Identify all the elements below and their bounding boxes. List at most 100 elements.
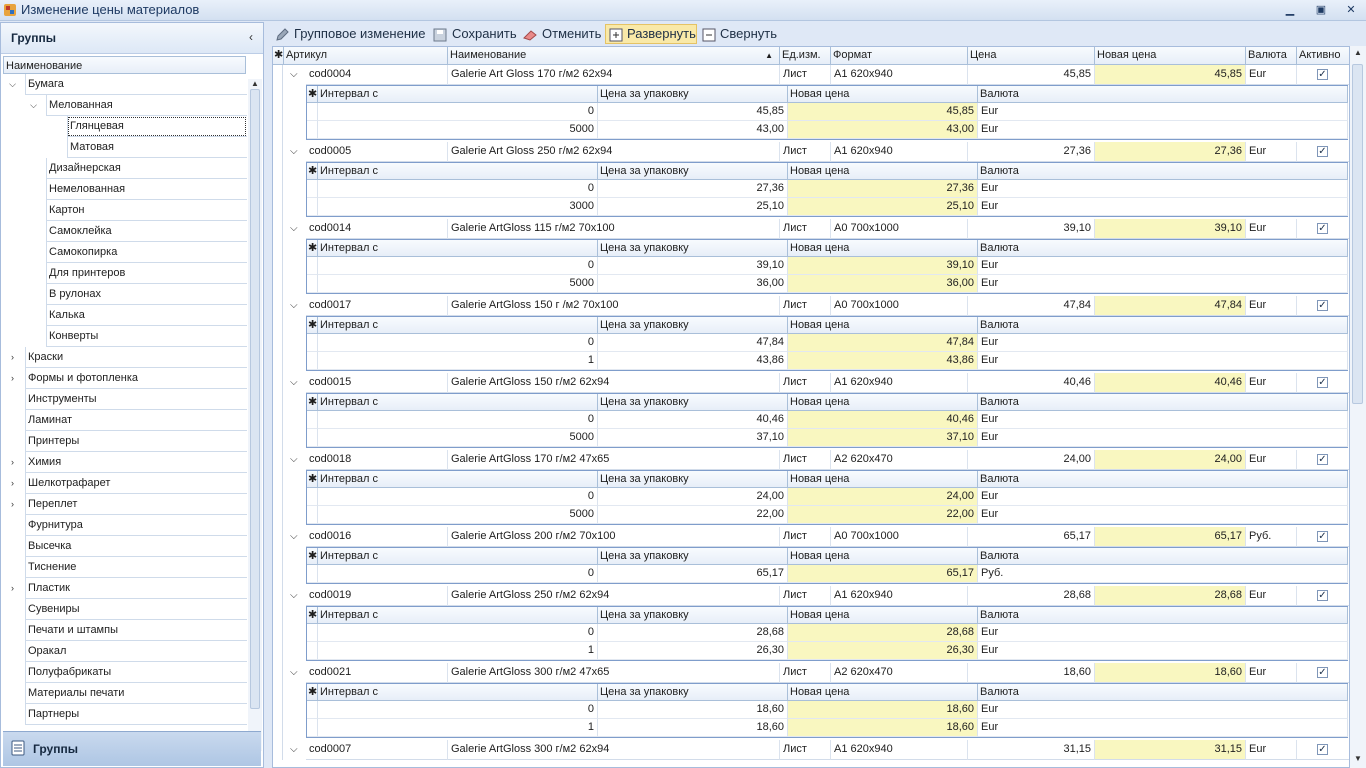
expand-button[interactable]: Развернуть bbox=[605, 24, 697, 44]
detail-cell-new[interactable]: 43,00 bbox=[788, 121, 978, 139]
detail-cell-from[interactable]: 0 bbox=[318, 257, 598, 275]
grid-cell-name[interactable]: Galerie Art Gloss 250 г/м2 62х94 bbox=[448, 142, 780, 162]
detail-column-header[interactable]: Интервал с bbox=[318, 317, 598, 334]
grid-cell-unit[interactable]: Лист bbox=[780, 663, 831, 683]
grid-cell-currency[interactable]: Eur bbox=[1246, 450, 1297, 470]
detail-cell-new[interactable]: 45,85 bbox=[788, 103, 978, 121]
detail-column-header[interactable]: Интервал с bbox=[318, 548, 598, 565]
detail-cell-cur[interactable]: Eur bbox=[978, 257, 1348, 275]
tree-node[interactable]: Немелованная bbox=[46, 179, 247, 200]
tree-node[interactable]: Конверты bbox=[46, 326, 247, 347]
detail-column-header[interactable]: Валюта bbox=[978, 163, 1348, 180]
detail-cell-cur[interactable]: Eur bbox=[978, 352, 1348, 370]
grid-scroll-thumb[interactable] bbox=[1352, 64, 1363, 404]
tree-node[interactable]: Мелованная bbox=[46, 95, 247, 116]
tree-node[interactable]: Переплет bbox=[25, 494, 247, 515]
tree-node[interactable]: Инструменты bbox=[25, 389, 247, 410]
detail-cell-cur[interactable]: Eur bbox=[978, 334, 1348, 352]
detail-column-header[interactable]: Цена за упаковку bbox=[598, 684, 788, 701]
tree-collapse-icon[interactable]: ⌵ bbox=[29, 101, 38, 110]
tree-node[interactable]: Партнеры bbox=[25, 704, 247, 725]
active-checkbox[interactable]: ✓ bbox=[1317, 667, 1328, 678]
row-collapse-icon[interactable]: ⌵ bbox=[290, 69, 298, 80]
detail-cell-new[interactable]: 28,68 bbox=[788, 624, 978, 642]
detail-cell-cur[interactable]: Eur bbox=[978, 624, 1348, 642]
grid-cell-name[interactable]: Galerie ArtGloss 300 г/м2 47х65 bbox=[448, 663, 780, 683]
grid-cell-format[interactable]: А1 620х940 bbox=[831, 373, 968, 393]
grid-cell-format[interactable]: А1 620х940 bbox=[831, 65, 968, 85]
grid-cell-currency[interactable]: Eur bbox=[1246, 219, 1297, 239]
grid-cell-active[interactable]: ✓ bbox=[1297, 663, 1349, 683]
detail-cell-cur[interactable]: Eur bbox=[978, 719, 1348, 737]
detail-cell-pack[interactable]: 37,10 bbox=[598, 429, 788, 447]
active-checkbox[interactable]: ✓ bbox=[1317, 744, 1328, 755]
tree-node[interactable]: Картон bbox=[46, 200, 247, 221]
grid-cell-name[interactable]: Galerie ArtGloss 150 г /м2 70х100 bbox=[448, 296, 780, 316]
active-checkbox[interactable]: ✓ bbox=[1317, 377, 1328, 388]
detail-cell-pack[interactable]: 47,84 bbox=[598, 334, 788, 352]
detail-cell-pack[interactable]: 40,46 bbox=[598, 411, 788, 429]
grid-cell-unit[interactable]: Лист bbox=[780, 527, 831, 547]
detail-cell-from[interactable]: 1 bbox=[318, 642, 598, 660]
grid-cell-new-price[interactable]: 24,00 bbox=[1095, 450, 1246, 470]
groups-footer-button[interactable]: Группы bbox=[3, 731, 261, 766]
row-collapse-icon[interactable]: ⌵ bbox=[290, 454, 298, 465]
row-collapse-icon[interactable]: ⌵ bbox=[290, 300, 298, 311]
detail-cell-pack[interactable]: 65,17 bbox=[598, 565, 788, 583]
detail-column-header[interactable]: Валюта bbox=[978, 607, 1348, 624]
tree-node[interactable]: Полуфабрикаты bbox=[25, 662, 247, 683]
detail-column-header[interactable]: Интервал с bbox=[318, 86, 598, 103]
detail-cell-new[interactable]: 22,00 bbox=[788, 506, 978, 524]
detail-cell-new[interactable]: 18,60 bbox=[788, 701, 978, 719]
detail-column-header[interactable]: Интервал с bbox=[318, 163, 598, 180]
detail-column-header[interactable]: Интервал с bbox=[318, 684, 598, 701]
tree-node[interactable]: Ламинат bbox=[25, 410, 247, 431]
row-collapse-icon[interactable]: ⌵ bbox=[290, 223, 298, 234]
detail-cell-cur[interactable]: Руб. bbox=[978, 565, 1348, 583]
grid-cell-name[interactable]: Galerie ArtGloss 250 г/м2 62х94 bbox=[448, 586, 780, 606]
grid-cell-new-price[interactable]: 27,36 bbox=[1095, 142, 1246, 162]
grid-cell-currency[interactable]: Eur bbox=[1246, 373, 1297, 393]
grid-cell-unit[interactable]: Лист bbox=[780, 142, 831, 162]
detail-cell-from[interactable]: 0 bbox=[318, 701, 598, 719]
detail-cell-new[interactable]: 65,17 bbox=[788, 565, 978, 583]
detail-cell-new[interactable]: 27,36 bbox=[788, 180, 978, 198]
grid-cell-new-price[interactable]: 18,60 bbox=[1095, 663, 1246, 683]
column-header[interactable]: Цена bbox=[968, 47, 1095, 65]
grid-cell-name[interactable]: Galerie ArtGloss 115 г/м2 70х100 bbox=[448, 219, 780, 239]
grid-cell-name[interactable]: Galerie ArtGloss 170 г/м2 47х65 bbox=[448, 450, 780, 470]
grid-cell-price[interactable]: 27,36 bbox=[968, 142, 1095, 162]
grid-cell-format[interactable]: А1 620х940 bbox=[831, 586, 968, 606]
detail-column-header[interactable]: Цена за упаковку bbox=[598, 471, 788, 488]
tree-node[interactable]: Глянцевая bbox=[67, 116, 247, 137]
detail-column-header[interactable]: Валюта bbox=[978, 86, 1348, 103]
tree-scrollbar[interactable]: ▲ ▼ bbox=[248, 79, 262, 751]
detail-cell-from[interactable]: 3000 bbox=[318, 198, 598, 216]
sort-ascending-icon[interactable]: ▲ bbox=[765, 47, 773, 64]
column-header[interactable]: Наименование ▲ bbox=[448, 47, 780, 65]
detail-cell-new[interactable]: 37,10 bbox=[788, 429, 978, 447]
detail-cell-from[interactable]: 0 bbox=[318, 565, 598, 583]
detail-cell-new[interactable]: 24,00 bbox=[788, 488, 978, 506]
tree-node[interactable]: Самокопирка bbox=[46, 242, 247, 263]
detail-cell-new[interactable]: 18,60 bbox=[788, 719, 978, 737]
tree-node[interactable]: Печати и штампы bbox=[25, 620, 247, 641]
detail-cell-new[interactable]: 36,00 bbox=[788, 275, 978, 293]
grid-cell-unit[interactable]: Лист bbox=[780, 65, 831, 85]
column-header[interactable]: Артикул bbox=[284, 47, 448, 65]
grid-cell-currency[interactable]: Eur bbox=[1246, 663, 1297, 683]
grid-cell-name[interactable]: Galerie Art Gloss 170 г/м2 62х94 bbox=[448, 65, 780, 85]
grid-cell-unit[interactable]: Лист bbox=[780, 586, 831, 606]
detail-cell-new[interactable]: 39,10 bbox=[788, 257, 978, 275]
tree-collapse-icon[interactable]: ⌵ bbox=[8, 80, 17, 89]
detail-column-header[interactable]: Интервал с bbox=[318, 471, 598, 488]
detail-cell-cur[interactable]: Eur bbox=[978, 642, 1348, 660]
grid-cell-unit[interactable]: Лист bbox=[780, 219, 831, 239]
row-collapse-icon[interactable]: ⌵ bbox=[290, 590, 298, 601]
grid-cell-name[interactable]: Galerie ArtGloss 150 г/м2 62х94 bbox=[448, 373, 780, 393]
active-checkbox[interactable]: ✓ bbox=[1317, 69, 1328, 80]
tree-node[interactable]: Матовая bbox=[67, 137, 247, 158]
tree-node[interactable]: Химия bbox=[25, 452, 247, 473]
detail-column-header[interactable]: Новая цена bbox=[788, 607, 978, 624]
row-collapse-icon[interactable]: ⌵ bbox=[290, 377, 298, 388]
